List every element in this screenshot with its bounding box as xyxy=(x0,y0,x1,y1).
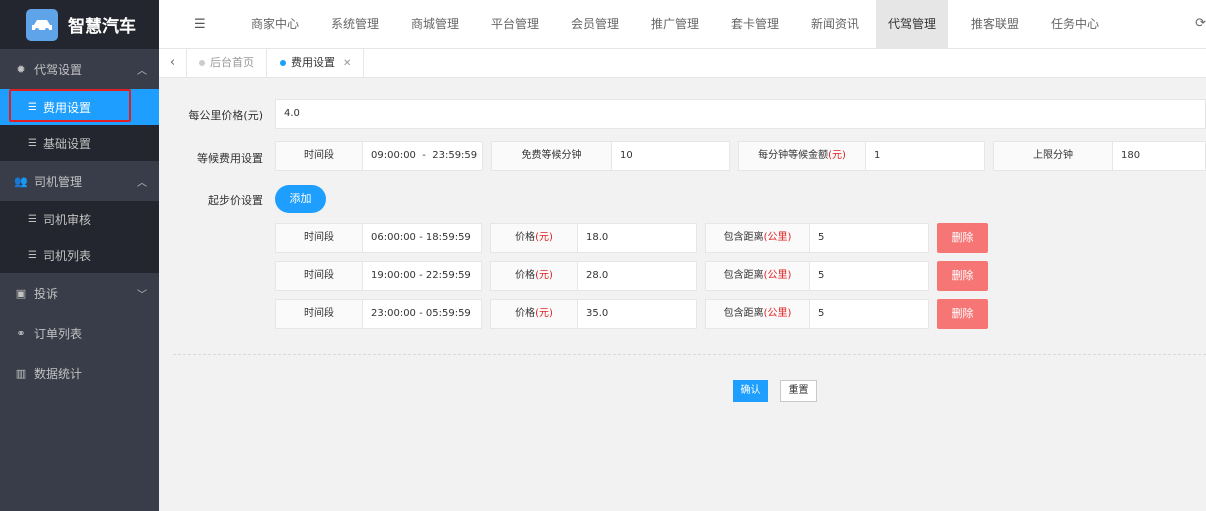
wait-fee-label: 等候费用设置 xyxy=(197,152,263,165)
car-logo-icon xyxy=(26,8,58,41)
confirm-button[interactable]: 确认 xyxy=(733,380,768,402)
add-button[interactable]: 添加 xyxy=(275,185,326,213)
topnav-promotion[interactable]: 推广管理 xyxy=(651,0,699,49)
start-price-label: 起步价设置 xyxy=(208,194,263,207)
sidebar-group-label: 投诉 xyxy=(34,286,59,301)
sidebar-item-fee-settings[interactable]: ☰ 费用设置 xyxy=(0,89,159,125)
topnav-driving[interactable]: 代驾管理 xyxy=(876,0,949,49)
tab-label: 后台首页 xyxy=(210,56,254,69)
sidebar-group-orders[interactable]: ⚭ 订单列表 xyxy=(0,313,159,353)
row-price-label: 价格(元) xyxy=(490,299,578,329)
reset-button[interactable]: 重置 xyxy=(780,380,817,402)
delete-button[interactable]: 删除 xyxy=(937,261,988,291)
complaint-icon: ▣ xyxy=(15,286,27,300)
row-price-input[interactable]: 18.0 xyxy=(577,223,697,253)
row-time-label: 时间段 xyxy=(275,223,363,253)
topnav-news[interactable]: 新闻资讯 xyxy=(811,0,859,49)
chevron-down-icon: ﹀ xyxy=(137,290,147,301)
refresh-icon[interactable]: ⟳ xyxy=(1195,16,1206,31)
per-km-label: 每公里价格(元) xyxy=(188,109,263,122)
topnav-card[interactable]: 套卡管理 xyxy=(731,0,779,49)
wait-time-input[interactable]: 09:00:00 - 23:59:59 xyxy=(362,141,483,171)
close-icon[interactable]: ✕ xyxy=(343,58,351,69)
sidebar-group-label: 代驾设置 xyxy=(34,62,83,77)
divider xyxy=(173,354,1206,355)
row-price-input[interactable]: 35.0 xyxy=(577,299,697,329)
topnav-merchant[interactable]: 商家中心 xyxy=(251,0,299,49)
top-nav: ☰ 商家中心 系统管理 商城管理 平台管理 会员管理 推广管理 套卡管理 新闻资… xyxy=(159,0,1206,49)
sidebar-group-label: 订单列表 xyxy=(34,326,83,341)
row-price-input[interactable]: 28.0 xyxy=(577,261,697,291)
sidebar-item-driver-list[interactable]: ☰ 司机列表 xyxy=(0,237,159,273)
limit-minutes-label: 上限分钟 xyxy=(993,141,1113,171)
logo: 智慧汽车 xyxy=(0,0,159,49)
list-icon: ☰ xyxy=(28,213,37,225)
sidebar-item-label: 费用设置 xyxy=(42,100,91,115)
limit-minutes-input[interactable]: 180 xyxy=(1112,141,1206,171)
list-icon: ☰ xyxy=(28,137,37,149)
sidebar-group-statistics[interactable]: ▥ 数据统计 xyxy=(0,353,159,393)
list-icon: ☰ xyxy=(28,101,37,113)
list-icon: ☰ xyxy=(28,249,37,261)
gear-icon: ✹ xyxy=(16,62,26,76)
row-time-input[interactable]: 23:00:00 - 05:59:59 xyxy=(362,299,482,329)
row-distance-label: 包含距离(公里) xyxy=(705,223,810,253)
row-distance-input[interactable]: 5 xyxy=(809,299,929,329)
free-wait-label: 免费等候分钟 xyxy=(491,141,612,171)
row-distance-label: 包含距离(公里) xyxy=(705,299,810,329)
sidebar-item-label: 司机列表 xyxy=(42,248,91,263)
sidebar: 智慧汽车 ✹ 代驾设置 ︿ ☰ 费用设置 ☰ 基础设置 👥 司机管理 ︿ ☰ 司… xyxy=(0,0,159,511)
bicycle-icon: ⚭ xyxy=(16,326,26,340)
row-distance-input[interactable]: 5 xyxy=(809,261,929,291)
sidebar-item-label: 基础设置 xyxy=(42,136,91,151)
sidebar-group-label: 司机管理 xyxy=(34,174,83,189)
row-time-input[interactable]: 06:00:00 - 18:59:59 xyxy=(362,223,482,253)
row-time-label: 时间段 xyxy=(275,299,363,329)
sidebar-group-complaints[interactable]: ▣ 投诉 ﹀ xyxy=(0,273,159,313)
sidebar-item-basic-settings[interactable]: ☰ 基础设置 xyxy=(0,125,159,161)
app-title: 智慧汽车 xyxy=(68,17,136,37)
topnav-tasks[interactable]: 任务中心 xyxy=(1051,0,1099,49)
row-time-label: 时间段 xyxy=(275,261,363,291)
row-price-label: 价格(元) xyxy=(490,261,578,291)
sidebar-group-driver-settings[interactable]: ✹ 代驾设置 ︿ xyxy=(0,49,159,89)
tab-fee-settings[interactable]: 费用设置 ✕ xyxy=(268,49,365,77)
row-time-input[interactable]: 19:00:00 - 22:59:59 xyxy=(362,261,482,291)
sidebar-group-driver-management[interactable]: 👥 司机管理 ︿ xyxy=(0,161,159,201)
chevron-up-icon: ︿ xyxy=(137,178,147,189)
dot-icon xyxy=(280,60,286,66)
delete-button[interactable]: 删除 xyxy=(937,299,988,329)
chevron-up-icon: ︿ xyxy=(137,66,147,77)
chevron-left-icon[interactable]: ‹ xyxy=(159,49,187,77)
topnav-member[interactable]: 会员管理 xyxy=(571,0,619,49)
sidebar-group-label: 数据统计 xyxy=(34,366,83,381)
per-km-input[interactable]: 4.0 xyxy=(275,99,1206,129)
row-price-label: 价格(元) xyxy=(490,223,578,253)
topnav-mall[interactable]: 商城管理 xyxy=(411,0,459,49)
wait-time-label: 时间段 xyxy=(275,141,363,171)
sidebar-item-label: 司机审核 xyxy=(42,212,91,227)
topnav-platform[interactable]: 平台管理 xyxy=(491,0,539,49)
dot-icon xyxy=(199,60,205,66)
per-min-wait-input[interactable]: 1 xyxy=(865,141,985,171)
delete-button[interactable]: 删除 xyxy=(937,223,988,253)
topnav-affiliate[interactable]: 推客联盟 xyxy=(971,0,1019,49)
free-wait-input[interactable]: 10 xyxy=(611,141,730,171)
tab-home[interactable]: 后台首页 xyxy=(187,49,267,77)
main-content: 每公里价格(元) 4.0 等候费用设置 时间段 09:00:00 - 23:59… xyxy=(159,79,1206,511)
row-distance-label: 包含距离(公里) xyxy=(705,261,810,291)
row-distance-input[interactable]: 5 xyxy=(809,223,929,253)
topnav-system[interactable]: 系统管理 xyxy=(331,0,379,49)
tabs-bar: ‹ 后台首页 费用设置 ✕ xyxy=(159,49,1206,78)
tab-label: 费用设置 xyxy=(291,56,335,69)
bar-chart-icon: ▥ xyxy=(15,366,27,380)
users-icon: 👥 xyxy=(14,174,28,188)
sidebar-item-driver-review[interactable]: ☰ 司机审核 xyxy=(0,201,159,237)
menu-toggle-icon[interactable]: ☰ xyxy=(194,17,206,32)
per-min-wait-label: 每分钟等候金额(元) xyxy=(738,141,866,171)
